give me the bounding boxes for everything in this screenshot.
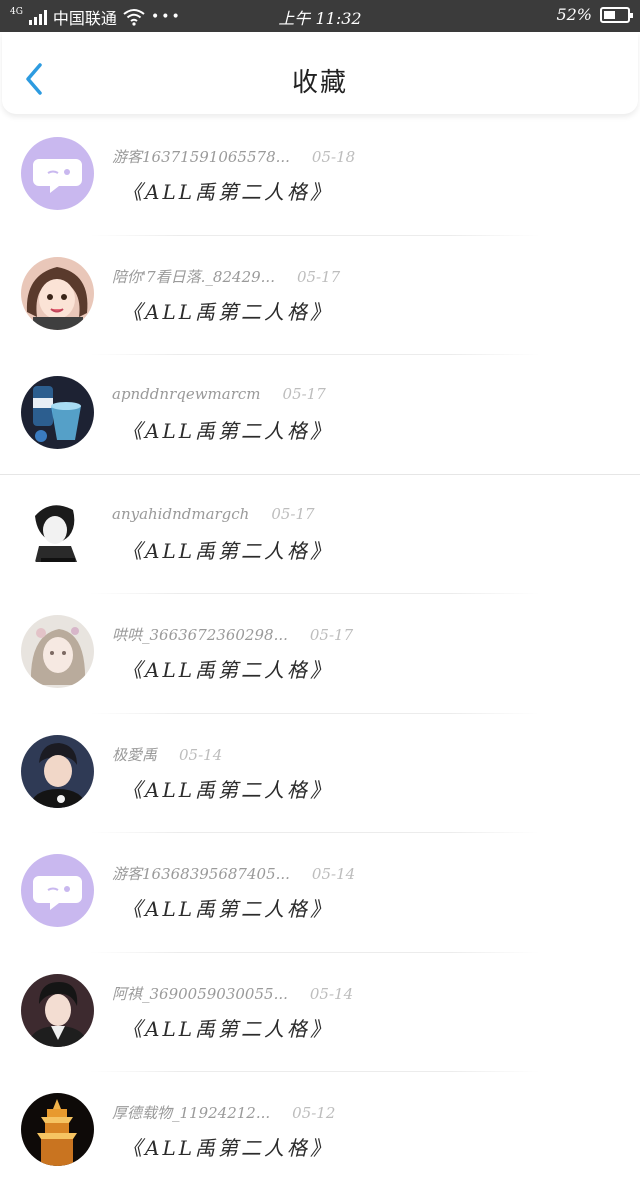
item-meta: 哄哄_3663672360298... 05-17 [112,624,353,645]
list-item[interactable]: apnddnrqewmarcm 05-17 《ALL禹第二人格》 [0,355,640,475]
username: apnddnrqewmarcm [112,385,261,403]
young-man-jacket-avatar-icon [21,973,94,1047]
avatar[interactable] [21,854,94,927]
pastel-girl-avatar-icon [21,615,94,688]
item-date: 05-17 [309,626,354,644]
battery-percent: 52% [556,5,592,24]
username: anyahidndmargch [112,504,250,523]
item-title: 《ALL禹第二人格》 [122,419,334,443]
drinks-photo-icon [21,376,94,449]
item-title: 《ALL禹第二人格》 [122,658,334,682]
item-date: 05-14 [179,745,223,764]
avatar[interactable] [21,376,94,449]
young-man-avatar-icon [21,734,94,808]
page-title: 收藏 [291,68,348,98]
pagoda-avatar-icon [21,1093,94,1166]
list-item[interactable]: 哄哄_3663672360298... 05-17 《ALL禹第二人格》 [0,594,640,714]
username: 极愛禹 [112,745,158,764]
list-item[interactable]: 极愛禹 05-14 《ALL禹第二人格》 [0,714,640,833]
item-meta: 极愛禹 05-14 [112,744,222,765]
item-meta: 厚德载物_11924212... 05-12 [112,1102,335,1123]
item-date: 05-14 [309,984,354,1003]
item-meta: 游客16371591065578... 05-18 [112,146,355,167]
list-item[interactable]: 陪你'7看日落._82429... 05-17 《ALL禹第二人格》 [0,236,640,355]
avatar[interactable] [21,495,94,569]
item-meta: 游客16368395687405... 05-14 [112,863,355,884]
anime-girl-avatar-icon [21,256,94,330]
item-date: 05-17 [296,267,341,286]
status-bar: 4G 中国联通 ••• 上午 11:32 52% [0,0,640,32]
list-item[interactable]: 游客16371591065578... 05-18 《ALL禹第二人格》 [0,116,640,236]
status-time: 上午 11:32 [278,9,362,28]
list-item[interactable]: anyahidndmargch 05-17 《ALL禹第二人格》 [0,475,640,594]
item-title: 《ALL禹第二人格》 [122,777,334,802]
item-title: 《ALL禹第二人格》 [122,1136,334,1160]
item-date: 05-14 [311,865,356,883]
item-title: 《ALL禹第二人格》 [122,897,334,921]
item-date: 05-18 [311,148,356,166]
item-meta: apnddnrqewmarcm 05-17 [112,385,326,403]
username: 哄哄_3663672360298... [112,626,288,644]
username: 陪你'7看日落._82429... [112,267,275,286]
item-title: 《ALL禹第二人格》 [122,180,334,204]
sketch-avatar-icon [21,495,94,569]
username: 游客16368395687405... [112,865,290,883]
item-meta: 阿祺_3690059030055... 05-14 [112,983,353,1004]
list-item[interactable]: 厚德载物_11924212... 05-12 《ALL禹第二人格》 [0,1072,640,1192]
battery-icon [600,6,633,23]
avatar[interactable] [21,137,94,210]
item-date: 05-12 [292,1104,336,1122]
status-right: 52% [556,5,633,24]
username: 阿祺_3690059030055... [112,984,288,1003]
avatar[interactable] [21,256,94,330]
item-date: 05-17 [282,385,326,403]
item-title: 《ALL禹第二人格》 [122,538,334,563]
item-date: 05-17 [271,504,315,523]
avatar[interactable] [21,1093,94,1166]
item-title: 《ALL禹第二人格》 [122,1016,334,1041]
list-item[interactable]: 阿祺_3690059030055... 05-14 《ALL禹第二人格》 [0,953,640,1072]
username: 厚德载物_11924212... [112,1104,271,1122]
navigation-header: 收藏 [2,32,638,114]
chat-bubble-icon [21,854,94,927]
username: 游客16371591065578... [112,148,290,166]
avatar[interactable] [21,615,94,688]
chat-bubble-icon [21,137,94,210]
avatar[interactable] [21,734,94,808]
item-meta: 陪你'7看日落._82429... 05-17 [112,266,340,287]
item-title: 《ALL禹第二人格》 [122,299,334,324]
favorites-list: 游客16371591065578... 05-18 《ALL禹第二人格》 陪你'7… [0,116,640,1192]
avatar[interactable] [21,973,94,1047]
list-item[interactable]: 游客16368395687405... 05-14 《ALL禹第二人格》 [0,833,640,953]
item-meta: anyahidndmargch 05-17 [112,505,315,523]
